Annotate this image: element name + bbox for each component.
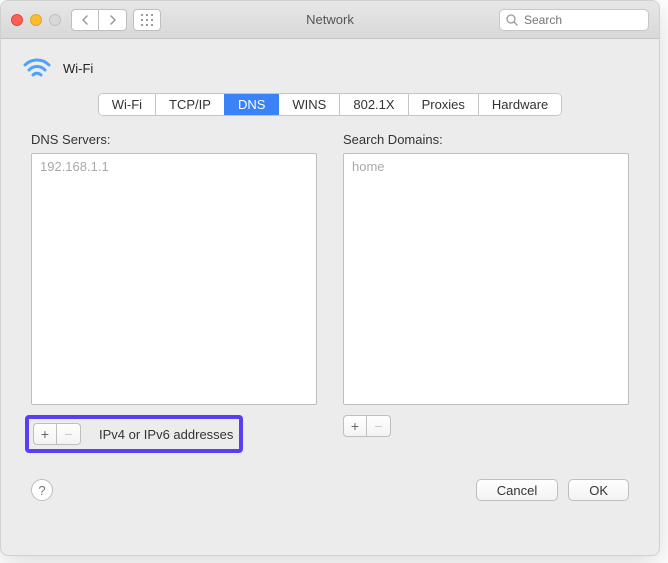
titlebar: Network <box>1 1 659 39</box>
dns-servers-label: DNS Servers: <box>31 132 317 147</box>
tab-dns[interactable]: DNS <box>224 94 278 115</box>
search-icon <box>506 14 518 26</box>
dns-below-row: + − IPv4 or IPv6 addresses <box>31 415 317 453</box>
back-button[interactable] <box>71 9 99 31</box>
dns-hint-text: IPv4 or IPv6 addresses <box>99 427 233 442</box>
search-field-wrap[interactable] <box>499 9 649 31</box>
tabs: Wi-FiTCP/IPDNSWINS802.1XProxiesHardware <box>98 93 563 116</box>
tab-hardware[interactable]: Hardware <box>478 94 561 115</box>
tabs-row: Wi-FiTCP/IPDNSWINS802.1XProxiesHardware <box>23 93 637 116</box>
dns-remove-button[interactable]: − <box>57 423 81 445</box>
search-domains-panel: Search Domains: home + − <box>343 132 629 453</box>
grid-icon <box>141 14 153 26</box>
tab-802-1x[interactable]: 802.1X <box>339 94 407 115</box>
help-button[interactable]: ? <box>31 479 53 501</box>
chevron-right-icon <box>109 15 117 25</box>
connection-header: Wi-Fi <box>23 57 637 79</box>
search-input[interactable] <box>522 12 642 28</box>
instruction-highlight: + − IPv4 or IPv6 addresses <box>25 415 243 453</box>
network-preferences-window: Network Wi-Fi Wi-FiTCP/IPDNSWINS802.1XPr… <box>0 0 660 556</box>
search-domains-add-button[interactable]: + <box>343 415 367 437</box>
close-window-button[interactable] <box>11 14 23 26</box>
cancel-button[interactable]: Cancel <box>476 479 558 501</box>
forward-button[interactable] <box>99 9 127 31</box>
plus-icon: + <box>351 418 359 434</box>
minimize-window-button[interactable] <box>30 14 42 26</box>
minus-icon: − <box>64 426 72 442</box>
maximize-window-button <box>49 14 61 26</box>
chevron-left-icon <box>81 15 89 25</box>
dns-add-remove-group: + − <box>33 423 81 445</box>
search-domains-remove-button[interactable]: − <box>367 415 391 437</box>
help-icon: ? <box>38 483 45 498</box>
wifi-icon <box>23 57 51 79</box>
minus-icon: − <box>374 418 382 434</box>
nav-buttons <box>71 9 127 31</box>
plus-icon: + <box>41 426 49 442</box>
dns-servers-list[interactable]: 192.168.1.1 <box>31 153 317 405</box>
connection-name: Wi-Fi <box>63 61 93 76</box>
list-item[interactable]: home <box>350 158 622 175</box>
panels: DNS Servers: 192.168.1.1 + − IPv4 or IPv… <box>31 132 629 453</box>
tab-wi-fi[interactable]: Wi-Fi <box>99 94 155 115</box>
dns-add-button[interactable]: + <box>33 423 57 445</box>
search-domains-add-remove-group: + − <box>343 415 391 437</box>
footer: ? Cancel OK <box>23 479 637 501</box>
window-controls <box>11 14 61 26</box>
content-area: Wi-Fi Wi-FiTCP/IPDNSWINS802.1XProxiesHar… <box>1 39 659 519</box>
list-item[interactable]: 192.168.1.1 <box>38 158 310 175</box>
show-all-button[interactable] <box>133 9 161 31</box>
search-domains-label: Search Domains: <box>343 132 629 147</box>
tab-wins[interactable]: WINS <box>278 94 339 115</box>
tab-proxies[interactable]: Proxies <box>408 94 478 115</box>
tab-tcp-ip[interactable]: TCP/IP <box>155 94 224 115</box>
dns-servers-panel: DNS Servers: 192.168.1.1 + − IPv4 or IPv… <box>31 132 317 453</box>
search-domains-below-row: + − <box>343 415 629 437</box>
search-domains-list[interactable]: home <box>343 153 629 405</box>
ok-button[interactable]: OK <box>568 479 629 501</box>
